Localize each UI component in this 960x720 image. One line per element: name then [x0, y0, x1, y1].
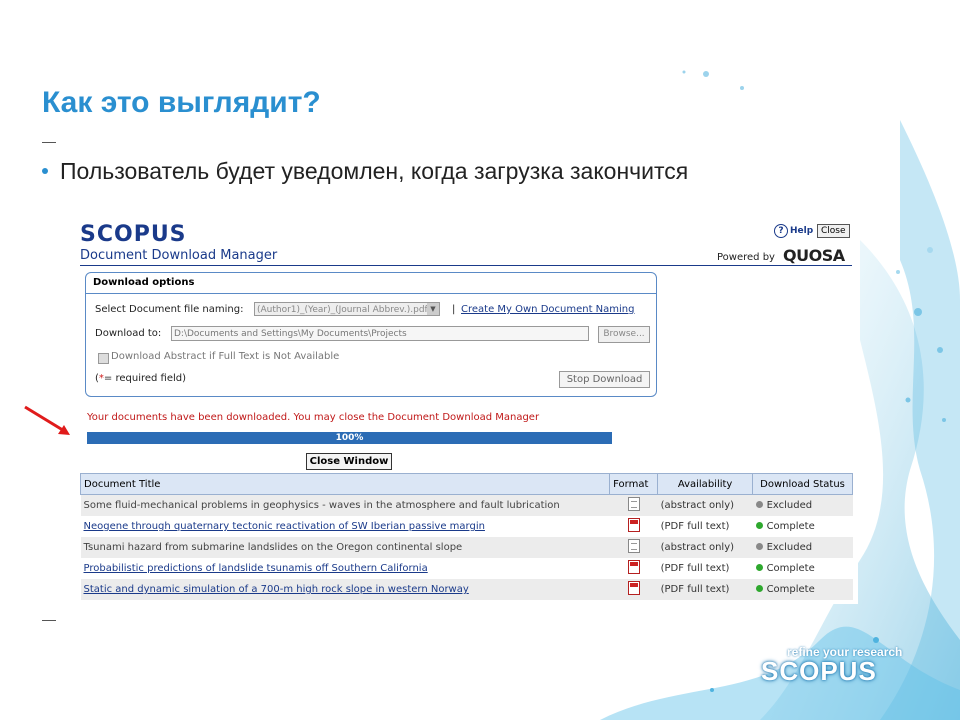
bullet-item: Пользователь будет уведомлен, когда загр…: [42, 158, 688, 185]
availability-cell: (PDF full text): [660, 521, 730, 532]
table-header-row: Document Title Format Availability Downl…: [79, 473, 853, 495]
status-dot-icon: [755, 564, 763, 571]
header-divider: [80, 265, 852, 266]
progress-text: 100%: [335, 433, 364, 443]
scopus-brand: refine your research SCOPUS: [761, 645, 902, 687]
download-path-input[interactable]: D:\Documents and Settings\My Documents\P…: [171, 326, 589, 341]
chevron-down-icon: ▼: [427, 303, 439, 315]
required-note: (*= required field): [95, 373, 186, 384]
brand-logo: SCOPUS: [761, 656, 877, 686]
documents-table: Document Title Format Availability Downl…: [79, 473, 853, 600]
help-label: Help: [790, 226, 814, 236]
bullet-dot-icon: [42, 167, 48, 174]
pdf-icon[interactable]: [627, 518, 640, 532]
close-window-button[interactable]: Close Window: [306, 453, 392, 470]
availability-cell: (PDF full text): [657, 579, 753, 600]
status-cell: Complete: [753, 558, 853, 579]
status-cell: Complete: [753, 516, 853, 537]
manager-title: Document Download Manager: [80, 248, 278, 263]
status-cell: Complete: [752, 579, 853, 600]
naming-select-value: (Author1)_(Year)_(Journal Abbrev.).pdf: [257, 305, 428, 315]
bullet-text: Пользователь будет уведомлен, когда загр…: [60, 158, 689, 184]
document-title-link[interactable]: Static and dynamic simulation of a 700-m…: [80, 579, 610, 600]
document-title-link[interactable]: Probabilistic predictions of landslide t…: [81, 558, 610, 579]
naming-select[interactable]: (Author1)_(Year)_(Journal Abbrev.).pdf ▼: [254, 302, 440, 316]
format-cell: [610, 558, 658, 579]
status-text: Excluded: [766, 500, 813, 511]
status-cell: Excluded: [752, 537, 853, 558]
close-button[interactable]: Close: [817, 224, 850, 238]
availability-cell: (abstract only): [657, 537, 753, 558]
document-title: Some fluid-mechanical problems in geophy…: [80, 494, 610, 516]
document-title-link[interactable]: Neogene through quaternary tectonic reac…: [81, 516, 610, 537]
abstract-checkbox-label: Download Abstract if Full Text is Not Av…: [111, 351, 340, 362]
separator: |: [452, 304, 456, 315]
quosa-logo: QUOSA: [783, 246, 845, 265]
status-text: Complete: [766, 584, 815, 595]
download-complete-message: Your documents have been downloaded. You…: [87, 412, 540, 423]
help-link[interactable]: ? Help: [774, 224, 813, 238]
status-dot-icon: [755, 585, 763, 592]
status-text: Excluded: [766, 542, 813, 553]
divider-bottom: [42, 620, 56, 621]
pdf-icon[interactable]: [627, 581, 640, 595]
slide-title: Как это выглядит?: [42, 86, 321, 119]
divider-top: [42, 142, 56, 143]
document-title: Tsunami hazard from submarine landslides…: [80, 537, 610, 558]
table-row: Static and dynamic simulation of a 700-m…: [80, 579, 853, 600]
abstract-icon: [627, 539, 640, 553]
scopus-logo: SCOPUS: [80, 222, 187, 247]
availability-cell: (abstract only): [657, 494, 753, 516]
download-options-panel: Download options Select Document file na…: [85, 272, 657, 397]
format-cell: [609, 579, 658, 600]
download-to-label: Download to:: [95, 328, 162, 339]
abstract-icon: [627, 497, 640, 511]
status-text: Complete: [766, 563, 815, 574]
status-dot-icon: [755, 522, 763, 529]
status-text: Complete: [766, 521, 815, 532]
availability-cell: (PDF full text): [660, 563, 730, 574]
required-text: = required field): [103, 373, 187, 384]
stop-download-button[interactable]: Stop Download: [559, 371, 650, 388]
format-cell: [610, 516, 658, 537]
red-arrow-icon: [24, 405, 70, 435]
table-row: Tsunami hazard from submarine landslides…: [80, 537, 853, 558]
pdf-icon[interactable]: [627, 560, 640, 574]
create-naming-link[interactable]: Create My Own Document Naming: [461, 304, 635, 315]
help-icon: ?: [774, 224, 788, 238]
format-cell: [609, 537, 658, 558]
col-header-title[interactable]: Document Title: [79, 473, 611, 495]
col-header-status[interactable]: Download Status: [752, 473, 853, 495]
status-dot-icon: [755, 501, 763, 508]
naming-label: Select Document file naming:: [95, 304, 244, 315]
status-dot-icon: [755, 543, 763, 550]
download-options-header: Download options: [86, 273, 656, 294]
status-cell: Excluded: [752, 494, 853, 516]
col-header-availability[interactable]: Availability: [657, 473, 754, 495]
download-manager-screenshot: SCOPUS Document Download Manager ? Help C…: [74, 208, 858, 604]
progress-bar: 100%: [87, 432, 612, 444]
browse-button[interactable]: Browse...: [598, 326, 650, 343]
powered-by-label: Powered by: [717, 252, 775, 263]
abstract-checkbox[interactable]: [98, 353, 109, 364]
table-row: Some fluid-mechanical problems in geophy…: [80, 494, 853, 516]
format-cell: [609, 494, 658, 516]
col-header-format[interactable]: Format: [609, 473, 659, 495]
table-row: Neogene through quaternary tectonic reac…: [81, 516, 853, 537]
table-row: Probabilistic predictions of landslide t…: [81, 558, 853, 579]
